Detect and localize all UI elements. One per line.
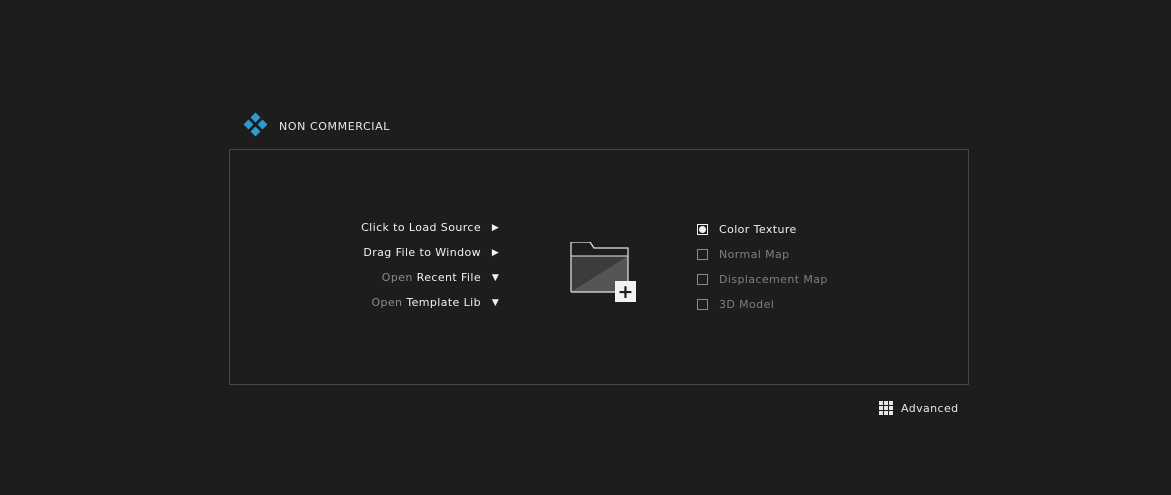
load-panel: Click to Load Source ▶ Drag File to Wind…: [229, 149, 969, 385]
action-prefix: Open: [381, 271, 413, 284]
action-label: Recent File: [416, 271, 481, 284]
radio-checked-icon[interactable]: [697, 224, 708, 235]
action-click-to-load-source[interactable]: Click to Load Source ▶: [361, 220, 500, 235]
option-label: 3D Model: [719, 298, 775, 311]
play-arrow-icon: ▶: [491, 247, 500, 258]
license-label: NON COMMERCIAL: [279, 119, 390, 133]
option-color-texture[interactable]: Color Texture: [697, 222, 828, 237]
option-displacement-map[interactable]: Displacement Map: [697, 272, 828, 287]
action-label: Click to Load Source: [361, 221, 481, 234]
svg-text:+: +: [618, 281, 634, 302]
checkbox-empty-icon[interactable]: [697, 274, 708, 285]
checkbox-empty-icon[interactable]: [697, 299, 708, 310]
action-label: Drag File to Window: [363, 246, 481, 259]
checkbox-empty-icon[interactable]: [697, 249, 708, 260]
load-actions: Click to Load Source ▶ Drag File to Wind…: [361, 220, 500, 310]
action-prefix: Open: [371, 296, 403, 309]
brand-header: NON COMMERCIAL: [243, 112, 390, 139]
option-label: Normal Map: [719, 248, 790, 261]
advanced-label: Advanced: [901, 401, 959, 415]
option-label: Displacement Map: [719, 273, 828, 286]
source-type-options: Color Texture Normal Map Displacement Ma…: [697, 222, 828, 312]
grid-icon: [879, 401, 893, 415]
action-drag-file-to-window[interactable]: Drag File to Window ▶: [363, 245, 500, 260]
action-label: Template Lib: [406, 296, 481, 309]
folder-add-icon[interactable]: +: [570, 241, 638, 303]
option-3d-model[interactable]: 3D Model: [697, 297, 828, 312]
advanced-button[interactable]: Advanced: [879, 401, 959, 415]
play-arrow-icon: ▶: [491, 222, 500, 233]
dropdown-arrow-icon: ▼: [491, 297, 500, 308]
action-open-template-lib[interactable]: Open Template Lib ▼: [371, 295, 500, 310]
option-normal-map[interactable]: Normal Map: [697, 247, 828, 262]
start-screen: NON COMMERCIAL Click to Load Source ▶ Dr…: [0, 0, 1171, 495]
option-label: Color Texture: [719, 223, 797, 236]
dropdown-arrow-icon: ▼: [491, 272, 500, 283]
diamond-cluster-icon: [243, 112, 269, 139]
action-open-recent-file[interactable]: Open Recent File ▼: [382, 270, 500, 285]
